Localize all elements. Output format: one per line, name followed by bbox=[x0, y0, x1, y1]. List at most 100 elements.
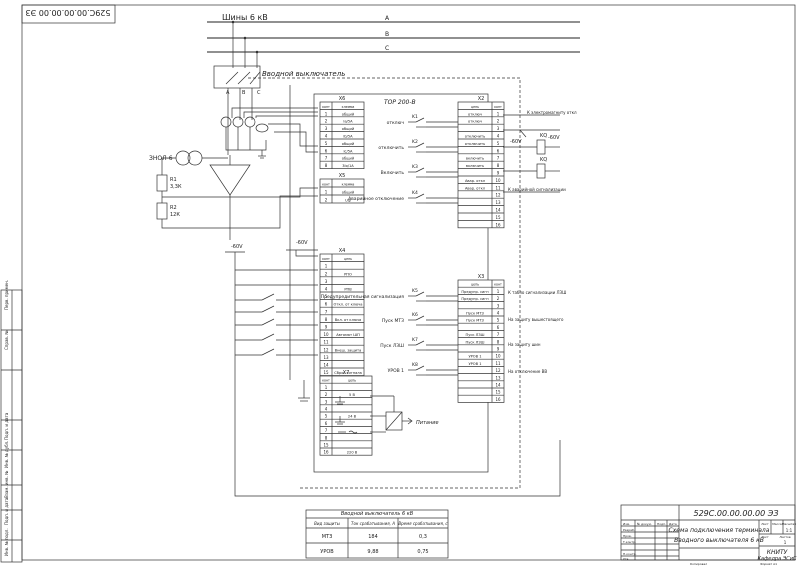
terminal-cell: УРОВ 1 bbox=[468, 362, 481, 366]
terminal-cell: 11 bbox=[495, 185, 501, 190]
title-label: Масса bbox=[772, 522, 782, 526]
terminal-cell: 10 bbox=[323, 332, 329, 337]
terminal-head: конт bbox=[322, 379, 330, 383]
terminal-cell: 1 bbox=[325, 190, 328, 195]
title-scale: 1:1 bbox=[786, 528, 793, 533]
title-role: Н.контр. bbox=[623, 552, 636, 556]
breaker-phase: C bbox=[257, 90, 261, 96]
terminal-cell: Ib/5A bbox=[343, 135, 353, 139]
terminal-head: клемма bbox=[342, 105, 355, 109]
terminal-cell: 6 bbox=[497, 325, 500, 330]
title-name: Схема подключения терминала bbox=[669, 527, 770, 534]
terminal-cell: 3 bbox=[325, 279, 328, 284]
terminal-cell: 8 bbox=[325, 317, 328, 322]
relay-label: Аварийное отключение bbox=[348, 195, 404, 202]
title-role: № докум. bbox=[637, 522, 652, 526]
terminal-head: клемма bbox=[342, 183, 355, 187]
terminal-cell: Ic/5A bbox=[344, 149, 354, 153]
terminal-cell: 2 bbox=[325, 198, 328, 203]
out-note: На отключение ВВ bbox=[508, 369, 547, 374]
settings-col: Ток срабатывания, А bbox=[351, 521, 395, 526]
terminal-cell: 13 bbox=[323, 355, 329, 360]
title-block: 529С.00.00.00.00 ЭЗ Схема подключения те… bbox=[620, 504, 797, 566]
terminal-block-name: X3 bbox=[478, 274, 485, 280]
out-note: На защиту вышестоящего bbox=[508, 317, 564, 322]
terminal-cell: 6 bbox=[325, 421, 328, 426]
terminal-cell: общий bbox=[342, 157, 355, 161]
terminal-cell: 7 bbox=[325, 309, 328, 314]
relay-name: K7 bbox=[412, 337, 418, 343]
terminal-head: конт bbox=[494, 105, 502, 109]
terminal-cell: 12 bbox=[323, 347, 329, 352]
title-role: Пров. bbox=[623, 534, 632, 538]
relay-label: отключить bbox=[378, 146, 404, 151]
settings-cell: МТЗ bbox=[322, 534, 333, 540]
title-sheets: 1 bbox=[784, 540, 787, 545]
terminal-head: цепь bbox=[348, 379, 356, 383]
relay-label: УРОВ 1 bbox=[388, 368, 405, 374]
terminal-cell: 2 bbox=[325, 119, 328, 124]
terminal-cell: 2 bbox=[325, 392, 328, 397]
minus-label: -60V bbox=[231, 244, 243, 250]
terminal-cell: 220 В bbox=[347, 451, 358, 455]
phase-label: B bbox=[385, 31, 389, 38]
relay-label: Пуск ЛЗШ bbox=[380, 343, 404, 349]
ct-coil bbox=[244, 116, 256, 128]
settings-col: Время срабатывания, с bbox=[398, 521, 448, 526]
terminal-cell: 4 bbox=[497, 134, 500, 139]
relay-label: отключ bbox=[387, 121, 405, 126]
terminal-cell: 24 В bbox=[348, 415, 357, 419]
terminal-cell: включить bbox=[466, 157, 484, 161]
ct-coil bbox=[255, 123, 269, 133]
title-label: Лист bbox=[761, 522, 769, 526]
relay-name: K1 bbox=[412, 114, 418, 120]
terminal-cell: 2 bbox=[497, 119, 500, 124]
terminal-head: цепь bbox=[471, 105, 479, 109]
terminal-cell: 14 bbox=[495, 208, 501, 213]
terminal-cell: Пуск ЛЗШ bbox=[466, 333, 485, 337]
relay-label: Предупредительная сигнализация bbox=[321, 294, 405, 300]
terminal-cell: Предупр. сигн bbox=[461, 290, 489, 294]
settings-cell: УРОВ bbox=[320, 549, 334, 555]
terminal-cell: 7 bbox=[497, 156, 500, 161]
strip-label: Справ. № bbox=[4, 331, 9, 350]
strip-label: Взам. инв. № bbox=[4, 471, 9, 498]
bus-title: Шины 6 кВ bbox=[222, 13, 268, 22]
terminal-cell: 8 bbox=[497, 163, 500, 168]
terminal-cell: Внеш. защита bbox=[335, 348, 362, 352]
terminal-cell: 6 bbox=[497, 148, 500, 153]
terminal-cell: Откл. от ключа bbox=[334, 303, 363, 307]
power-label: Питание bbox=[416, 420, 439, 426]
terminal-cell: УРОВ 1 bbox=[468, 355, 481, 359]
terminal-cell: 10 bbox=[495, 354, 501, 359]
terminal-cell: 10 bbox=[495, 178, 501, 183]
terminal-cell: отключить bbox=[465, 135, 485, 139]
settings-title: Вводной выключатель 6 кВ bbox=[341, 511, 414, 517]
terminal-cell: 2 bbox=[497, 296, 500, 301]
open-delta-triangle bbox=[209, 164, 251, 196]
ct-coil bbox=[220, 116, 232, 128]
settings-cell: 9,88 bbox=[367, 549, 378, 555]
terminal-cell: 1 bbox=[325, 264, 328, 269]
settings-cell: 0,75 bbox=[417, 549, 428, 555]
terminal-cell: 4 bbox=[325, 134, 328, 139]
breaker-box bbox=[213, 65, 261, 89]
terminal-cell: общий bbox=[342, 127, 355, 131]
terminal-cell: включить bbox=[466, 164, 484, 168]
terminal-cell: отключ bbox=[468, 120, 482, 124]
terminal-head: конт bbox=[322, 257, 330, 261]
terminal-cell: 12 bbox=[495, 368, 501, 373]
terminal-cell: 5 bbox=[497, 318, 500, 323]
terminal-head: конт bbox=[322, 105, 330, 109]
relay-name: K2 bbox=[412, 139, 418, 145]
terminal-head: конт bbox=[494, 283, 502, 287]
terminal-cell: отключить bbox=[465, 142, 485, 146]
phase-label: C bbox=[385, 45, 389, 52]
terminal-cell: 15 bbox=[495, 390, 501, 395]
r1-value: 3,3К bbox=[170, 184, 182, 190]
breaker-label: Вводной выключатель bbox=[262, 70, 345, 78]
minus-label: -60V bbox=[510, 139, 522, 145]
terminal-cell: РПВ bbox=[344, 288, 352, 292]
out-note: К электромагниту откл bbox=[527, 110, 577, 115]
terminal-cell: 6 bbox=[325, 302, 328, 307]
